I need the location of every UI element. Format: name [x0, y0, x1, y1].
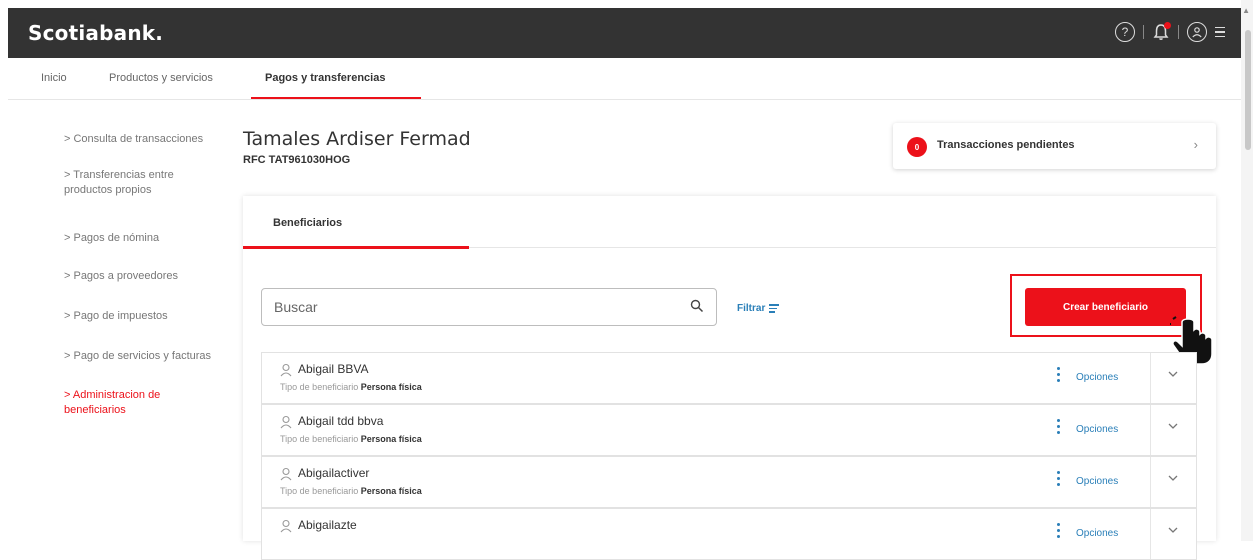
filter-icon: [769, 304, 780, 313]
beneficiary-name: Abigail BBVA: [298, 362, 369, 376]
nav-inicio[interactable]: Inicio: [41, 72, 67, 84]
chevron-down-icon[interactable]: [1166, 367, 1180, 381]
notification-dot: [1164, 22, 1171, 29]
create-beneficiary-button[interactable]: Crear beneficiario: [1025, 288, 1186, 326]
chevron-down-icon[interactable]: [1166, 419, 1180, 433]
chevron-down-icon[interactable]: [1166, 471, 1180, 485]
search-icon[interactable]: [690, 299, 704, 313]
top-header-bar: Scotiabank. ?: [8, 8, 1241, 58]
beneficiary-name: Abigailazte: [298, 518, 357, 532]
filter-label: Filtrar: [737, 303, 766, 314]
tab-beneficiarios[interactable]: Beneficiarios: [273, 217, 342, 229]
sidebar-item-pagos-nomina[interactable]: > Pagos de nómina: [64, 231, 234, 246]
pending-transactions-card[interactable]: 0 Transacciones pendientes ›: [893, 123, 1216, 169]
client-name: Tamales Ardiser Fermad: [243, 128, 471, 150]
more-options-icon[interactable]: [1057, 471, 1060, 486]
header-separator: [1143, 25, 1144, 39]
user-icon: [280, 363, 292, 377]
beneficiary-type: Tipo de beneficiario Persona física: [280, 382, 422, 392]
pending-count-badge: 0: [907, 137, 927, 157]
row-divider: [1150, 353, 1151, 403]
chevron-down-icon[interactable]: [1166, 523, 1180, 537]
scroll-up-icon[interactable]: ▲: [1242, 6, 1250, 15]
more-options-icon[interactable]: [1057, 367, 1060, 382]
scotiabank-logo[interactable]: Scotiabank.: [28, 21, 163, 45]
beneficiary-row[interactable]: Abigail tdd bbva Tipo de beneficiario Pe…: [261, 404, 1197, 456]
row-divider: [1150, 509, 1151, 559]
sidebar-item-pago-servicios[interactable]: > Pago de servicios y facturas: [64, 349, 234, 364]
tab-active-underline: [243, 246, 469, 249]
chevron-right-icon: ›: [1193, 137, 1198, 152]
menu-icon[interactable]: [1215, 26, 1225, 38]
nav-productos-y-servicios[interactable]: Productos y servicios: [109, 72, 213, 84]
client-rfc: RFC TAT961030HOG: [243, 154, 351, 166]
beneficiaries-panel: Beneficiarios Filtrar Crear beneficiario…: [243, 196, 1216, 560]
sidebar-item-pagos-proveedores[interactable]: > Pagos a proveedores: [64, 269, 234, 284]
beneficiary-type: Tipo de beneficiario Persona física: [280, 486, 422, 496]
row-divider: [1150, 457, 1151, 507]
sidebar-item-consulta-transacciones[interactable]: > Consulta de transacciones: [64, 132, 234, 147]
options-link[interactable]: Opciones: [1076, 476, 1118, 487]
page-scrollbar[interactable]: ▲: [1241, 0, 1253, 541]
row-divider: [1150, 405, 1151, 455]
profile-icon[interactable]: [1187, 22, 1207, 42]
notifications-icon[interactable]: [1152, 22, 1171, 41]
header-separator: [1178, 25, 1179, 39]
nav-active-underline: [251, 97, 421, 99]
scroll-thumb[interactable]: [1245, 30, 1251, 150]
sidebar-item-administracion-beneficiarios[interactable]: > Administracion de beneficiarios: [64, 388, 194, 418]
nav-pagos-y-transferencias[interactable]: Pagos y transferencias: [265, 72, 385, 84]
beneficiary-row[interactable]: Abigailactiver Tipo de beneficiario Pers…: [261, 456, 1197, 508]
header-icons: ?: [1115, 22, 1225, 42]
beneficiary-name: Abigail tdd bbva: [298, 414, 384, 428]
more-options-icon[interactable]: [1057, 419, 1060, 434]
options-link[interactable]: Opciones: [1076, 424, 1118, 435]
beneficiary-row[interactable]: Abigail BBVA Tipo de beneficiario Person…: [261, 352, 1197, 404]
options-link[interactable]: Opciones: [1076, 528, 1118, 539]
help-icon[interactable]: ?: [1115, 22, 1135, 42]
pending-transactions-label: Transacciones pendientes: [937, 139, 1075, 151]
options-link[interactable]: Opciones: [1076, 372, 1118, 383]
beneficiary-row[interactable]: Abigailazte Opciones: [261, 508, 1197, 560]
main-nav: Inicio Productos y servicios Pagos y tra…: [8, 58, 1241, 100]
beneficiary-name: Abigailactiver: [298, 466, 370, 480]
sidebar-item-pago-impuestos[interactable]: > Pago de impuestos: [64, 309, 234, 324]
search-box[interactable]: [261, 288, 717, 326]
user-icon: [280, 519, 292, 533]
search-input[interactable]: [274, 297, 674, 317]
more-options-icon[interactable]: [1057, 523, 1060, 538]
user-icon: [280, 415, 292, 429]
beneficiary-type: Tipo de beneficiario Persona física: [280, 434, 422, 444]
sidebar-item-transferencias-propios[interactable]: > Transferencias entre productos propios: [64, 168, 204, 198]
panel-tab-bar: Beneficiarios: [243, 196, 1216, 249]
filter-button[interactable]: Filtrar: [737, 303, 780, 314]
user-icon: [280, 467, 292, 481]
